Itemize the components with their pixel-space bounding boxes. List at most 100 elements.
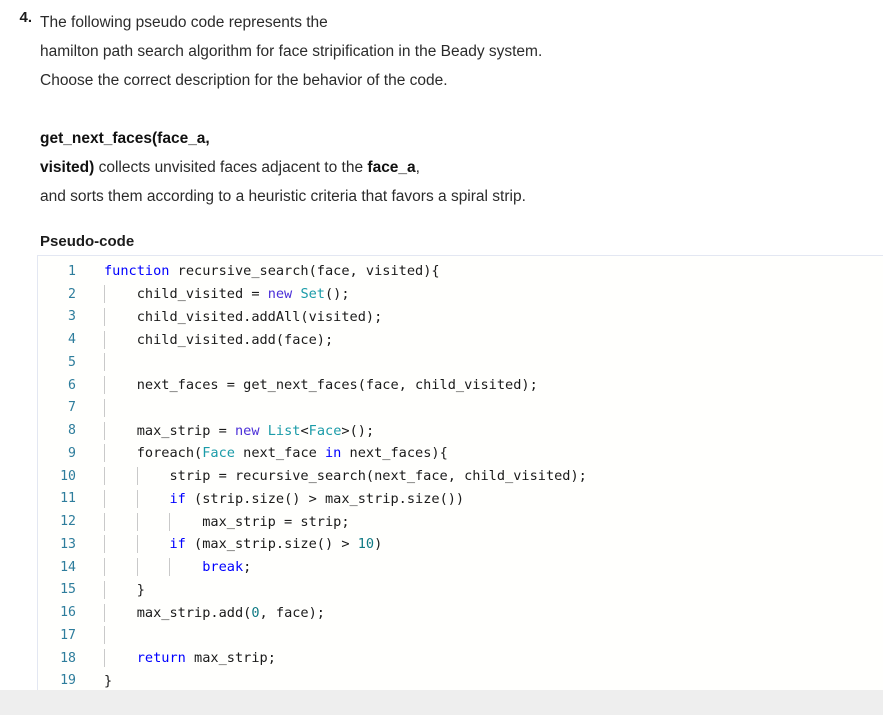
- line-number: 16: [60, 605, 76, 621]
- code-token: new: [234, 422, 260, 439]
- code-tokens: function recursive_search(face, visited)…: [90, 263, 440, 279]
- code-line-text: function recursive_search(face, visited)…: [90, 263, 883, 279]
- line-number: 8: [68, 423, 76, 439]
- code-token: }: [104, 672, 113, 689]
- code-tokens: }: [90, 673, 112, 689]
- code-line-text: max_strip.add(0, face);: [90, 603, 883, 622]
- code-token: in: [325, 445, 342, 462]
- code-line: 12 max_strip = strip;: [38, 510, 883, 533]
- code-tokens: max_strip = strip;: [90, 513, 350, 530]
- code-token: (max_strip.size() >: [185, 536, 358, 553]
- code-tokens: max_strip.add(0, face);: [90, 605, 325, 621]
- code-token: ();: [325, 286, 350, 303]
- code-line-text: foreach(Face next_face in next_faces){: [90, 444, 883, 463]
- code-tokens: break;: [90, 559, 251, 575]
- code-tokens: next_faces = get_next_faces(face, child_…: [90, 377, 538, 393]
- line-number: 12: [60, 514, 76, 530]
- code-line-text: }: [90, 580, 883, 599]
- question-line-2: hamilton path search algorithm for face …: [40, 43, 543, 60]
- code-token: if: [169, 490, 186, 507]
- code-token: max_strip = strip;: [104, 513, 350, 530]
- code-token: if: [169, 536, 186, 553]
- code-line: 18 return max_strip;: [38, 647, 883, 670]
- code-token: List: [267, 422, 301, 439]
- code-line: 10 strip = recursive_search(next_face, c…: [38, 465, 883, 488]
- code-line-text: [90, 398, 883, 417]
- code-line-text: [90, 626, 883, 645]
- definition-line-2: visited) collects unvisited faces adjace…: [40, 153, 883, 182]
- code-token: next_faces){: [341, 445, 448, 462]
- code-line: 15 }: [38, 579, 883, 602]
- indent-guides: [90, 626, 883, 645]
- code-token: Face: [308, 422, 342, 439]
- code-tokens: if (max_strip.size() > 10): [90, 536, 382, 552]
- code-line-text: return max_strip;: [90, 649, 883, 668]
- line-number: 1: [68, 263, 76, 279]
- code-token: ): [374, 536, 383, 553]
- code-token: <: [300, 422, 309, 439]
- code-line: 16 max_strip.add(0, face);: [38, 601, 883, 624]
- code-line: 2 child_visited = new Set();: [38, 283, 883, 306]
- code-tokens: [90, 627, 112, 643]
- question-number: 4.: [19, 9, 32, 26]
- question-body: The following pseudo code represents the…: [40, 0, 883, 256]
- code-lines: 1 function recursive_search(face, visited…: [38, 256, 883, 690]
- code-tokens: [90, 400, 112, 416]
- code-tokens: child_visited.add(face);: [90, 332, 333, 348]
- definition-face-param: face_a: [367, 159, 416, 176]
- line-number: 13: [60, 536, 76, 552]
- code-line-text: next_faces = get_next_faces(face, child_…: [90, 376, 883, 395]
- code-token: max_strip =: [104, 422, 235, 439]
- code-line: 19}: [38, 670, 883, 691]
- code-token: 0: [251, 604, 260, 621]
- line-number: 4: [68, 332, 76, 348]
- definition-signature: get_next_faces(face_a,: [40, 130, 210, 147]
- code-line-text: child_visited.add(face);: [90, 330, 883, 349]
- code-tokens: [90, 354, 112, 370]
- definition-visited-param: visited): [40, 159, 95, 176]
- indent-guides: [90, 398, 883, 417]
- question-row: 4. The following pseudo code represents …: [0, 0, 883, 256]
- question-spacer: [40, 95, 883, 124]
- code-line-text: [90, 353, 883, 372]
- code-token: recursive_search(face, visited){: [169, 263, 440, 280]
- code-token: new: [267, 286, 293, 303]
- code-tokens: if (strip.size() > max_strip.size()): [90, 491, 464, 507]
- page-bottom-edge: [0, 690, 883, 715]
- code-block: 1 function recursive_search(face, visited…: [37, 255, 883, 690]
- code-line: 8 max_strip = new List<Face>();: [38, 419, 883, 442]
- code-line-text: child_visited = new Set();: [90, 285, 883, 304]
- code-line: 6 next_faces = get_next_faces(face, chil…: [38, 374, 883, 397]
- line-number: 2: [68, 286, 76, 302]
- code-token: max_strip.add(: [104, 604, 252, 621]
- line-number: 7: [68, 400, 76, 416]
- question-line-3: Choose the correct description for the b…: [40, 72, 448, 89]
- code-token: max_strip;: [185, 650, 276, 667]
- code-token: child_visited.add(face);: [104, 331, 334, 348]
- code-token: ;: [243, 559, 252, 576]
- code-token: Set: [300, 286, 325, 303]
- question-line-1: The following pseudo code represents the: [40, 14, 328, 31]
- line-number: 19: [60, 673, 76, 689]
- code-line-text: child_visited.addAll(visited);: [90, 307, 883, 326]
- pseudo-code-heading: Pseudo-code: [40, 233, 135, 250]
- code-token: strip = recursive_search(next_face, chil…: [104, 468, 587, 485]
- code-line: 13 if (max_strip.size() > 10): [38, 533, 883, 556]
- code-token: foreach(: [104, 445, 203, 462]
- code-token: break: [202, 559, 244, 576]
- code-line: 14 break;: [38, 556, 883, 579]
- code-token: next_faces = get_next_faces(face, child_…: [104, 377, 538, 394]
- code-line: 7: [38, 397, 883, 420]
- code-token: 10: [357, 536, 375, 553]
- definition-text-a: collects unvisited faces adjacent to the: [94, 159, 368, 176]
- code-token: next_face: [234, 445, 325, 462]
- code-tokens: child_visited.addAll(visited);: [90, 309, 383, 325]
- code-line-text: strip = recursive_search(next_face, chil…: [90, 467, 883, 486]
- line-number: 3: [68, 309, 76, 325]
- code-line: 3 child_visited.addAll(visited);: [38, 306, 883, 329]
- line-number: 18: [60, 650, 76, 666]
- code-tokens: strip = recursive_search(next_face, chil…: [90, 468, 587, 485]
- definition-line-1: get_next_faces(face_a,: [40, 124, 883, 153]
